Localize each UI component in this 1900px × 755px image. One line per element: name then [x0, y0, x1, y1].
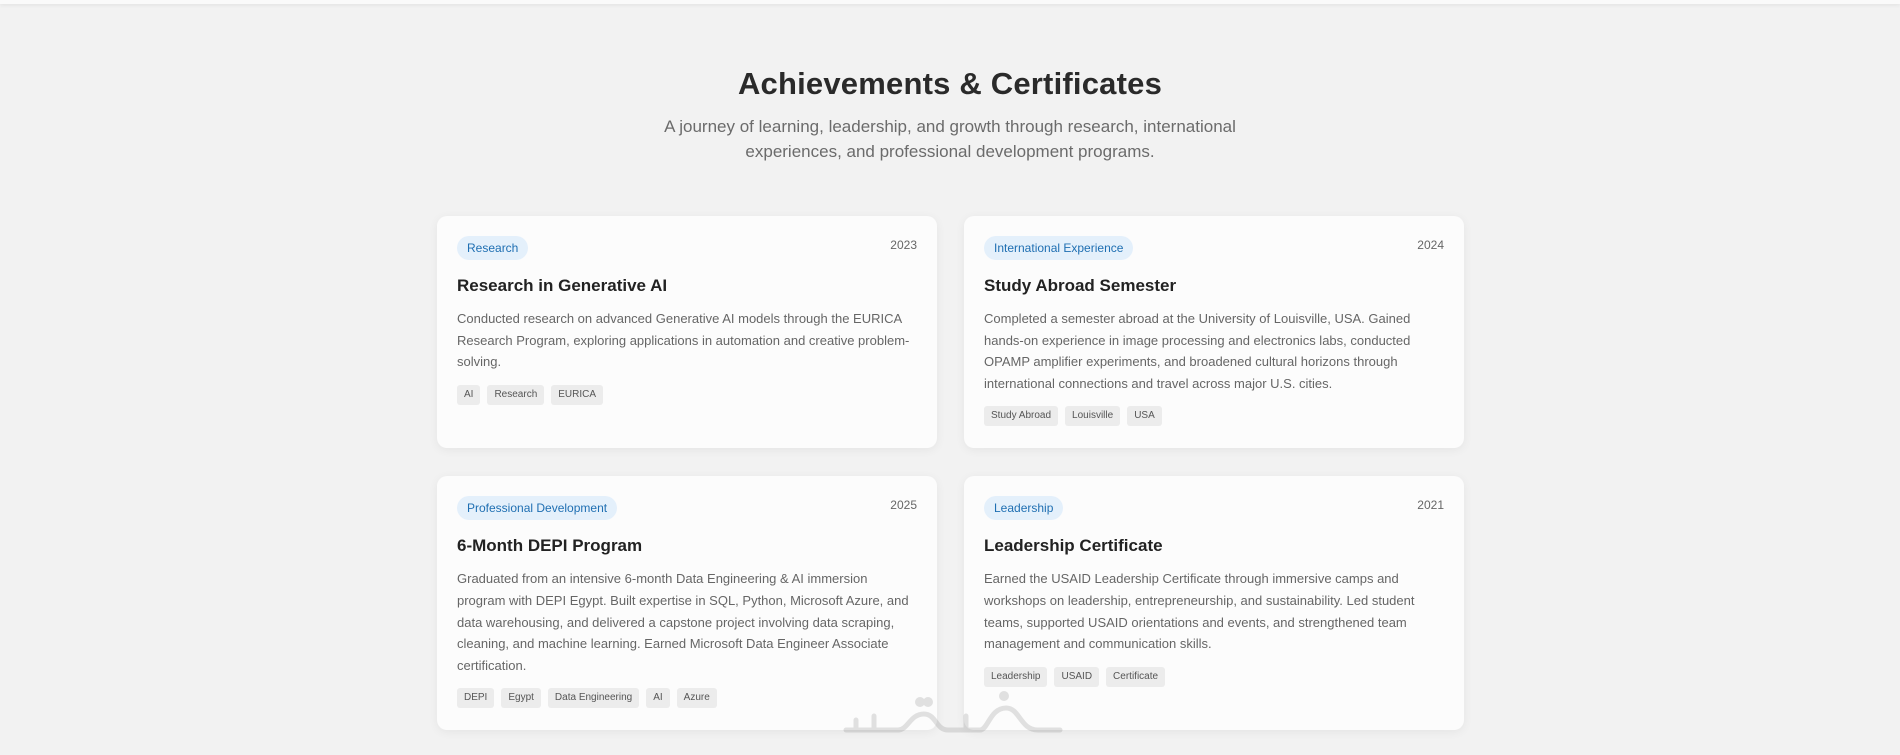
- watermark-logo: [843, 691, 1063, 733]
- year-label: 2023: [890, 238, 917, 252]
- card-description: Completed a semester abroad at the Unive…: [984, 311, 1411, 391]
- achievement-card-research: Research 2023 Research in Generative AI …: [437, 216, 937, 449]
- achievement-card-study-abroad: International Experience 2024 Study Abro…: [964, 216, 1464, 449]
- section-title: Achievements & Certificates: [737, 66, 1163, 101]
- tag: USAID: [1054, 666, 1100, 687]
- section-header: Achievements & Certificates A journey of…: [0, 66, 1900, 164]
- category-badge: Professional Development: [457, 496, 618, 521]
- tag: Egypt: [501, 688, 541, 709]
- year-label: 2024: [1417, 238, 1444, 252]
- card-description: Conducted research on advanced Generativ…: [457, 311, 910, 370]
- tag-list: Leadership USAID Certificate: [984, 666, 1444, 687]
- card-title: 6-Month DEPI Program: [457, 536, 643, 556]
- achievements-section: Achievements & Certificates A journey of…: [0, 0, 1900, 755]
- category-badge: International Experience: [984, 236, 1134, 260]
- tag: Louisville: [1065, 406, 1121, 427]
- tag-list: AI Research EURICA: [457, 384, 917, 405]
- card-title: Leadership Certificate: [984, 536, 1163, 556]
- year-label: 2025: [890, 498, 917, 513]
- tag: DEPI: [457, 688, 495, 709]
- card-title: Research in Generative AI: [457, 276, 668, 295]
- tag: Azure: [676, 688, 717, 709]
- card-description: Earned the USAID Leadership Certificate …: [984, 571, 1415, 652]
- category-badge: Research: [457, 236, 529, 260]
- tag: USA: [1127, 406, 1162, 427]
- card-description: Graduated from an intensive 6-month Data…: [457, 571, 909, 673]
- tag: EURICA: [551, 384, 604, 405]
- tag-list: Study Abroad Louisville USA: [984, 406, 1444, 427]
- tag: AI: [457, 384, 481, 405]
- card-title: Study Abroad Semester: [984, 276, 1177, 295]
- category-badge: Leadership: [984, 496, 1064, 521]
- tag: AI: [646, 688, 670, 709]
- tag: Certificate: [1106, 666, 1166, 687]
- tag: Data Engineering: [547, 688, 640, 709]
- achievements-grid: Research 2023 Research in Generative AI …: [437, 216, 1464, 731]
- year-label: 2021: [1417, 498, 1444, 513]
- tag: Study Abroad: [984, 406, 1059, 427]
- section-subtitle: A journey of learning, leadership, and g…: [664, 117, 1236, 161]
- tag: Leadership: [984, 666, 1048, 687]
- tag: Research: [487, 384, 545, 405]
